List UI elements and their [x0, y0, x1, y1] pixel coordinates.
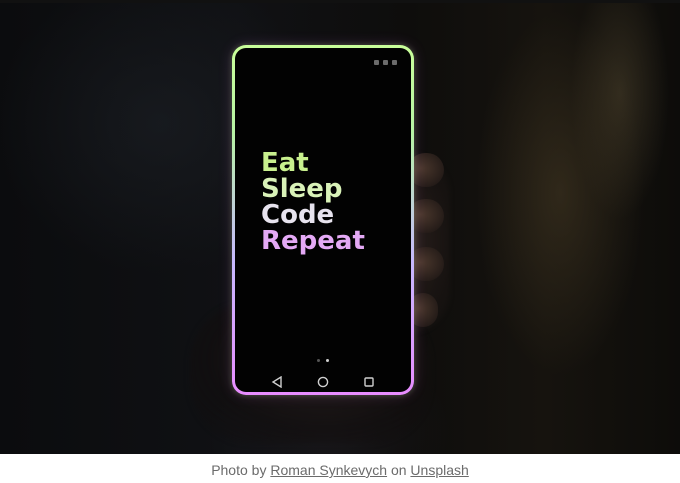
photo: Eat Sleep Code Repeat	[0, 3, 680, 454]
slogan-sleep: Sleep	[261, 174, 343, 204]
battery-icon	[392, 59, 397, 65]
credit-middle: on	[390, 462, 407, 478]
photo-credit: Photo by Roman Synkevych on Unsplash	[0, 462, 680, 478]
page-indicator	[235, 359, 411, 362]
recents-square-icon	[364, 377, 374, 387]
slogan-eat: Eat	[261, 148, 309, 178]
phone-glow-border: Eat Sleep Code Repeat	[232, 45, 414, 395]
status-bar	[374, 58, 397, 66]
page-dot	[317, 359, 320, 362]
page: Eat Sleep Code Repeat Photo by Roman Syn…	[0, 0, 680, 483]
credit-prefix: Photo by	[211, 462, 267, 478]
back-triangle-icon	[271, 376, 282, 388]
phone-screen: Eat Sleep Code Repeat	[235, 48, 411, 392]
smartphone: Eat Sleep Code Repeat	[232, 45, 414, 395]
slogan-repeat: Repeat	[261, 226, 365, 256]
author-link[interactable]: Roman Synkevych	[270, 462, 387, 478]
signal-icon	[374, 59, 379, 65]
wifi-icon	[383, 59, 388, 65]
home-circle-icon	[317, 376, 329, 388]
slogan: Eat Sleep Code Repeat	[261, 150, 365, 254]
page-dot-active	[326, 359, 329, 362]
unsplash-link[interactable]: Unsplash	[410, 462, 468, 478]
android-nav-bar	[235, 376, 411, 388]
slogan-code: Code	[261, 200, 335, 230]
